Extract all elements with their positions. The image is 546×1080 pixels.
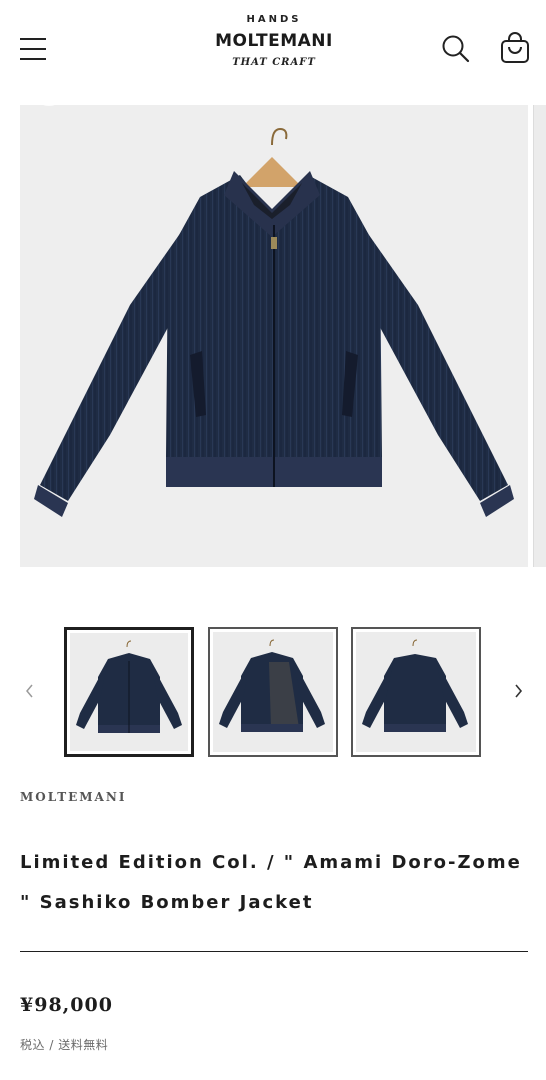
logo-top-text: HANDS [246, 14, 302, 25]
cart-icon[interactable] [498, 32, 532, 66]
product-price: ¥98,000 [20, 994, 113, 1016]
free-shipping-text: 送料無料 [58, 1038, 109, 1052]
store-logo[interactable]: HANDS MOLTEMANI THAT CRAFT [213, 12, 335, 88]
menu-line [20, 38, 46, 40]
logo-bottom-text: THAT CRAFT [232, 57, 316, 68]
site-header: HANDS MOLTEMANI THAT CRAFT [0, 0, 546, 105]
search-icon[interactable] [440, 33, 472, 65]
main-product-image[interactable] [20, 105, 528, 567]
tax-shipping-note: 税込 / 送料無料 [20, 1036, 108, 1053]
thumbnail-strip [0, 623, 546, 759]
thumbnail-open-front[interactable] [208, 627, 338, 757]
thumbnail-front[interactable] [64, 627, 194, 757]
menu-line [20, 48, 46, 50]
product-title: Limited Edition Col. / " Amami Doro-Zome… [20, 852, 522, 913]
chevron-right-icon[interactable] [508, 681, 528, 701]
menu-line [20, 58, 46, 60]
divider [20, 951, 528, 952]
thumbnail-back[interactable] [351, 627, 481, 757]
tax-included-text: 税込 [20, 1038, 46, 1052]
note-separator: / [45, 1038, 59, 1052]
logo-main-text: MOLTEMANI [215, 31, 333, 51]
next-image-peek[interactable] [533, 105, 546, 567]
hamburger-menu-icon[interactable] [20, 36, 46, 62]
product-vendor: MOLTEMANI [20, 790, 127, 804]
chevron-left-icon[interactable] [20, 681, 40, 701]
